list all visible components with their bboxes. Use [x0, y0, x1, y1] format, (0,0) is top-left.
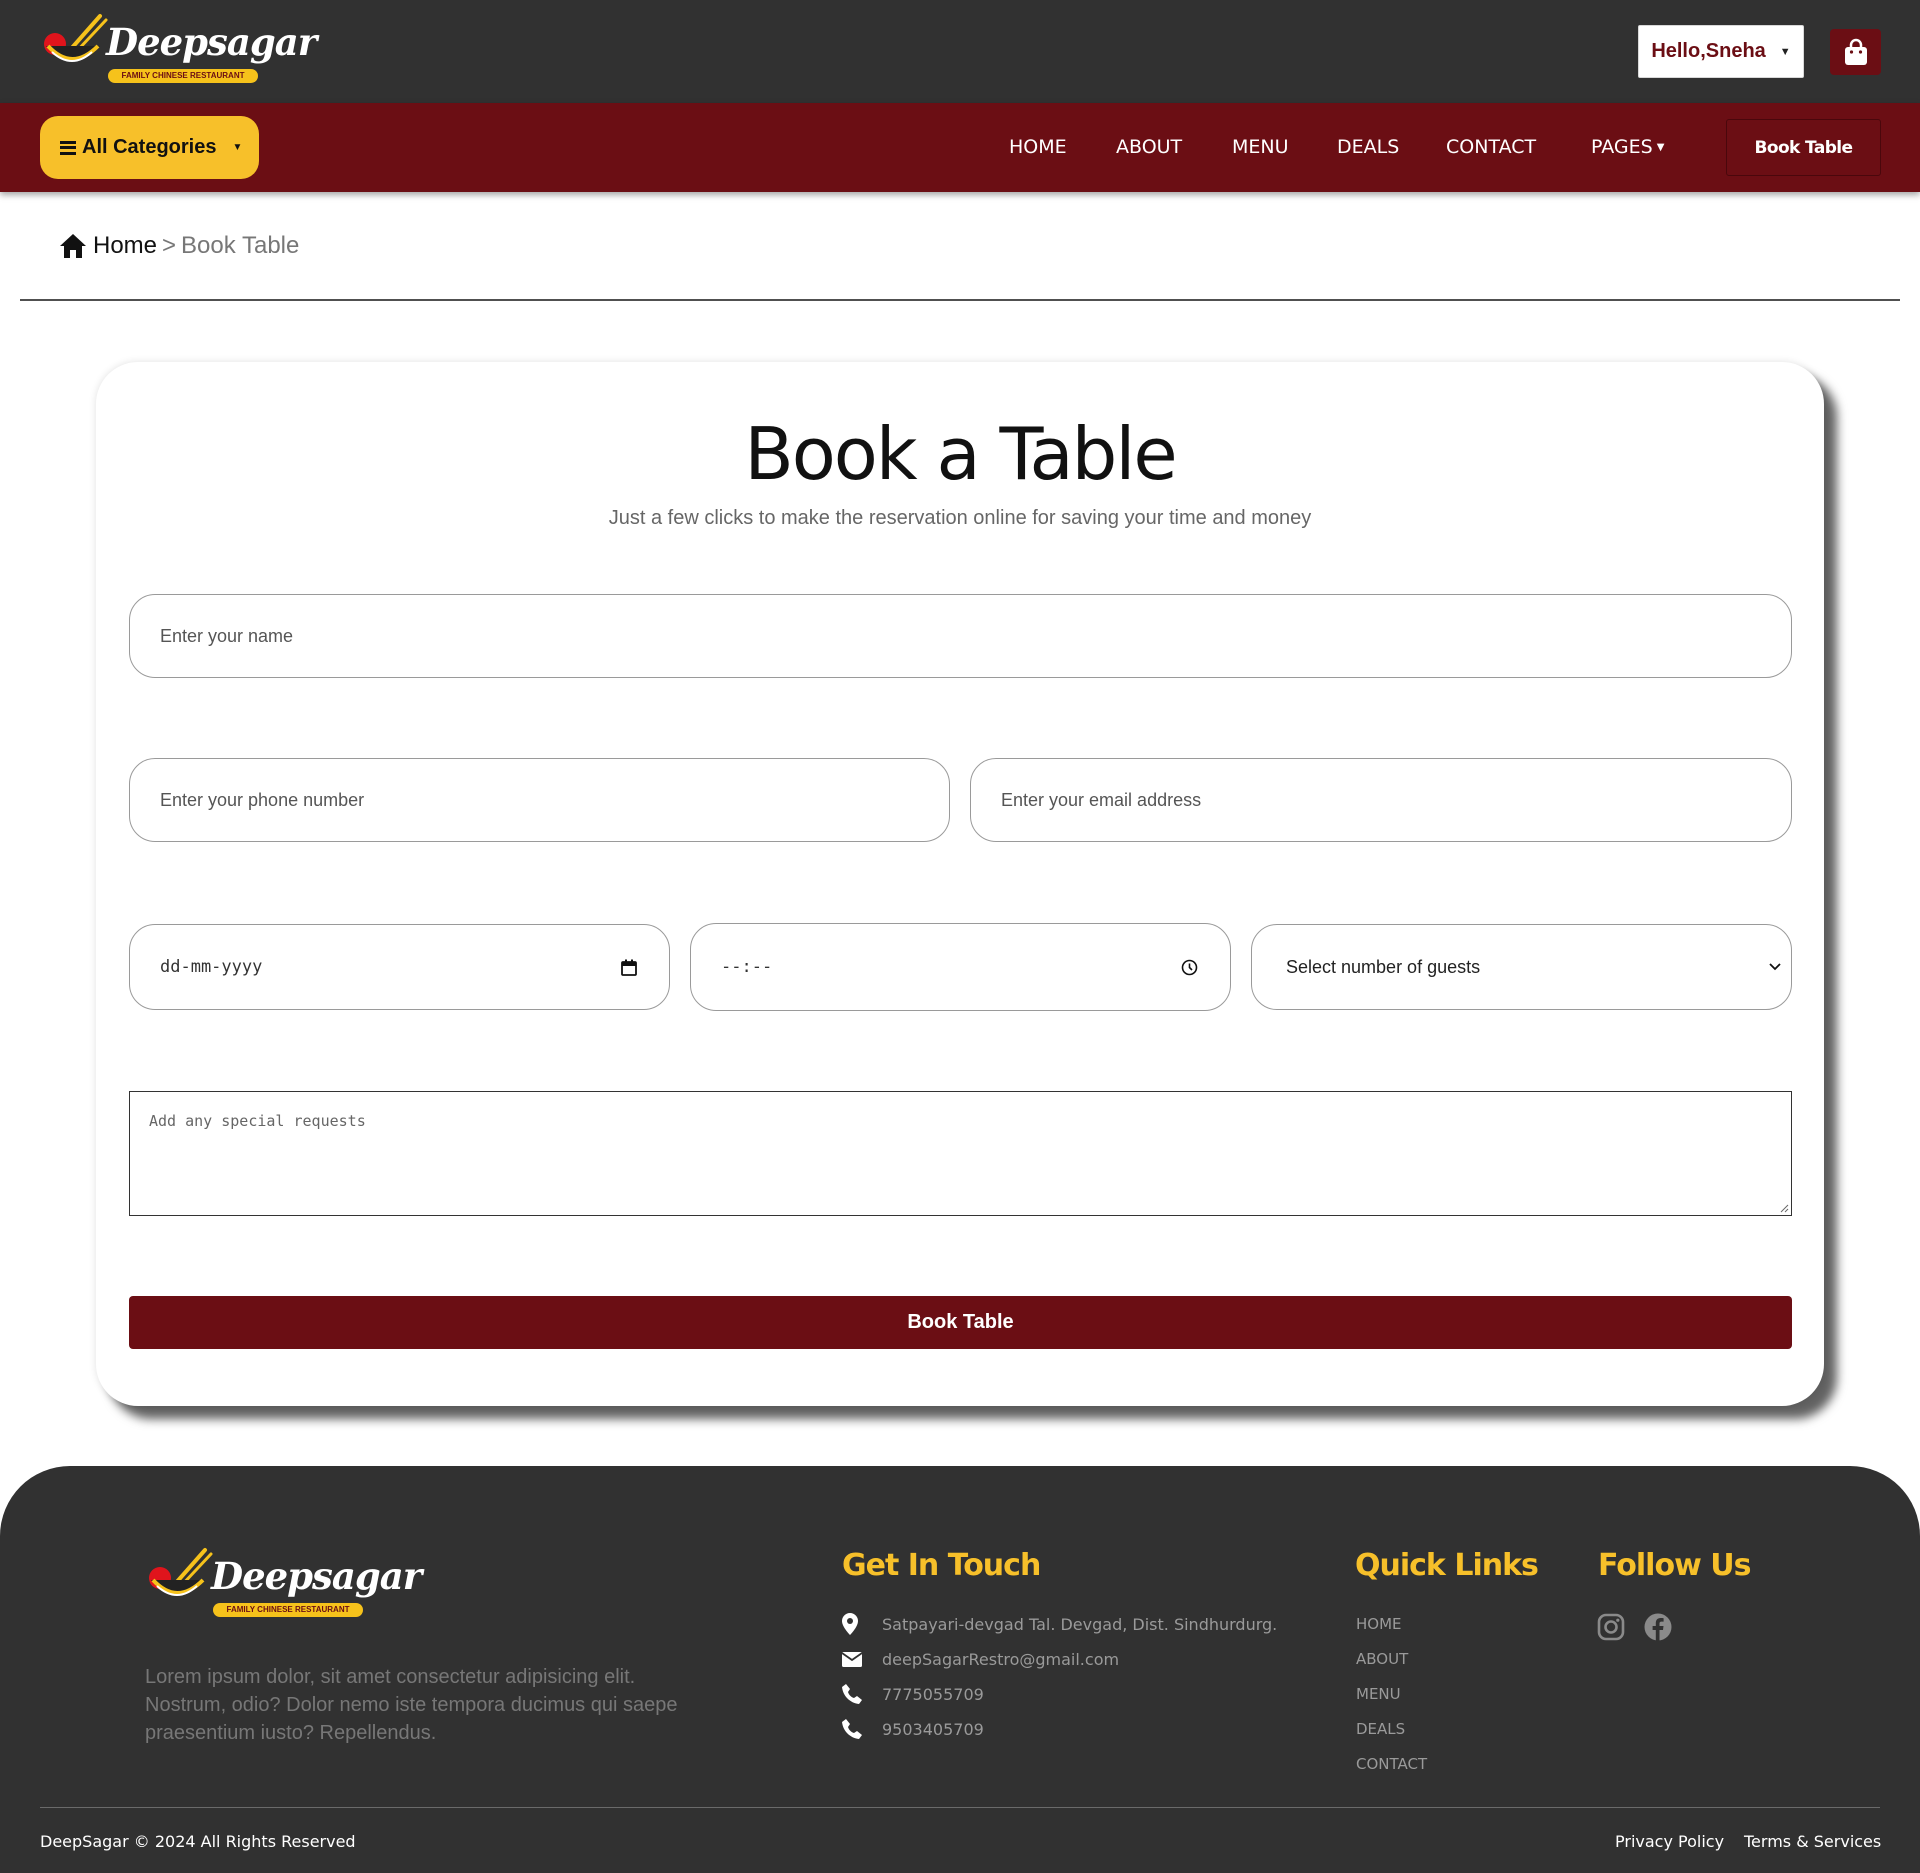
footer-link-about[interactable]: ABOUT — [1356, 1650, 1408, 1668]
footer-description: Lorem ipsum dolor, sit amet consectetur … — [145, 1666, 678, 1744]
name-input[interactable]: Enter your name — [129, 594, 1792, 678]
date-placeholder: dd-mm-yyyy — [160, 957, 263, 977]
all-categories-button[interactable]: All Categories ▼ — [40, 116, 259, 179]
page-subtitle: Just a few clicks to make the reservatio… — [608, 507, 1312, 529]
top-header: Deepsagar FAMILY CHINESE RESTAURANT Hell… — [0, 0, 1920, 103]
copyright-text: DeepSagar © 2024 All Rights Reserved — [40, 1832, 356, 1851]
home-icon — [60, 234, 86, 258]
quick-links-heading: Quick Links — [1355, 1548, 1539, 1583]
contact-phone-2-text: 9503405709 — [882, 1719, 984, 1739]
user-menu-button[interactable]: Hello,Sneha ▼ — [1638, 25, 1804, 78]
footer-link-contact[interactable]: CONTACT — [1356, 1755, 1427, 1773]
footer-divider — [40, 1807, 1880, 1808]
get-in-touch-heading: Get In Touch — [842, 1548, 1041, 1583]
instagram-icon[interactable] — [1597, 1613, 1625, 1641]
brand-logo[interactable]: Deepsagar FAMILY CHINESE RESTAURANT — [40, 12, 317, 88]
phone-placeholder: Enter your phone number — [160, 789, 365, 810]
caret-down-icon: ▼ — [232, 142, 243, 153]
contact-address: Satpayari-devgad Tal. Devgad, Dist. Sind… — [842, 1612, 1277, 1636]
name-placeholder: Enter your name — [160, 625, 294, 646]
phone-icon — [842, 1684, 862, 1704]
email-placeholder: Enter your email address — [1001, 789, 1202, 810]
caret-down-icon: ▼ — [1779, 45, 1791, 58]
shopping-bag-icon — [1844, 38, 1867, 65]
special-requests-textarea[interactable]: Add any special requests — [129, 1091, 1792, 1216]
time-input[interactable]: --:-- — [690, 923, 1231, 1011]
nav-pages[interactable]: PAGES ▼ — [1591, 103, 1664, 192]
contact-phone-1-text: 7775055709 — [882, 1684, 984, 1704]
contact-address-text: Satpayari-devgad Tal. Devgad, Dist. Sind… — [882, 1614, 1278, 1634]
envelope-icon — [842, 1651, 862, 1667]
book-table-nav-button[interactable]: Book Table — [1726, 119, 1881, 176]
contact-phone-2[interactable]: 9503405709 — [842, 1717, 984, 1741]
brand-name: Deepsagar — [106, 20, 317, 64]
all-categories-label: All Categories — [82, 136, 217, 158]
guests-select[interactable]: Select number of guests — [1251, 924, 1792, 1010]
chevron-down-icon — [1769, 963, 1781, 971]
breadcrumb-home[interactable]: Home — [59, 232, 157, 260]
email-input[interactable]: Enter your email address — [970, 758, 1792, 842]
breadcrumb-current: Book Table — [181, 232, 300, 259]
footer-brand-logo[interactable]: Deepsagar FAMILY CHINESE RESTAURANT — [145, 1546, 422, 1622]
nav-contact[interactable]: CONTACT — [1446, 103, 1536, 192]
time-placeholder: --:-- — [721, 957, 773, 977]
footer-link-menu[interactable]: MENU — [1356, 1685, 1401, 1703]
breadcrumb-home-label: Home — [93, 232, 158, 259]
nav-home[interactable]: HOME — [1009, 103, 1067, 192]
footer-brand-tagline: FAMILY CHINESE RESTAURANT — [213, 1603, 363, 1617]
resize-grip-icon[interactable] — [1779, 1203, 1789, 1213]
privacy-policy-link[interactable]: Privacy Policy — [1615, 1832, 1724, 1851]
breadcrumb-separator: > — [162, 232, 177, 259]
nav-pages-label: PAGES — [1591, 136, 1653, 158]
nav-menu[interactable]: MENU — [1232, 103, 1289, 192]
contact-email-text: deepSagarRestro@gmail.com — [882, 1649, 1120, 1669]
contact-email[interactable]: deepSagarRestro@gmail.com — [842, 1647, 1119, 1671]
nav-deals[interactable]: DEALS — [1337, 103, 1399, 192]
contact-phone-1[interactable]: 7775055709 — [842, 1682, 984, 1706]
breadcrumb: Home > Book Table — [59, 230, 299, 262]
cart-button[interactable] — [1830, 29, 1881, 75]
divider — [20, 299, 1900, 301]
calendar-icon[interactable] — [621, 959, 637, 976]
footer-link-deals[interactable]: DEALS — [1356, 1720, 1405, 1738]
booking-card: Book a Table Just a few clicks to make t… — [96, 362, 1824, 1406]
clock-icon[interactable] — [1181, 959, 1198, 976]
terms-link[interactable]: Terms & Services — [1744, 1832, 1881, 1851]
caret-down-icon: ▼ — [1656, 142, 1665, 153]
requests-placeholder: Add any special requests — [149, 1112, 366, 1130]
facebook-icon[interactable] — [1644, 1613, 1672, 1641]
noodle-bowl-icon — [44, 14, 108, 62]
footer-brand-name: Deepsagar — [211, 1554, 422, 1598]
guests-placeholder: Select number of guests — [1286, 956, 1481, 977]
page-title: Book a Table — [744, 412, 1177, 496]
location-pin-icon — [842, 1613, 858, 1635]
date-input[interactable]: dd-mm-yyyy — [129, 924, 670, 1010]
follow-us-heading: Follow Us — [1598, 1548, 1751, 1583]
hamburger-icon — [60, 140, 76, 155]
nav-about[interactable]: ABOUT — [1116, 103, 1182, 192]
noodle-bowl-icon — [149, 1548, 213, 1596]
phone-input[interactable]: Enter your phone number — [129, 758, 950, 842]
brand-tagline: FAMILY CHINESE RESTAURANT — [108, 69, 258, 83]
book-table-submit-button[interactable]: Book Table — [129, 1296, 1792, 1349]
phone-icon — [842, 1719, 862, 1739]
footer-link-home[interactable]: HOME — [1356, 1615, 1402, 1633]
user-greeting: Hello,Sneha — [1651, 40, 1766, 62]
main-navbar: All Categories ▼ HOME ABOUT MENU DEALS C… — [0, 103, 1920, 192]
